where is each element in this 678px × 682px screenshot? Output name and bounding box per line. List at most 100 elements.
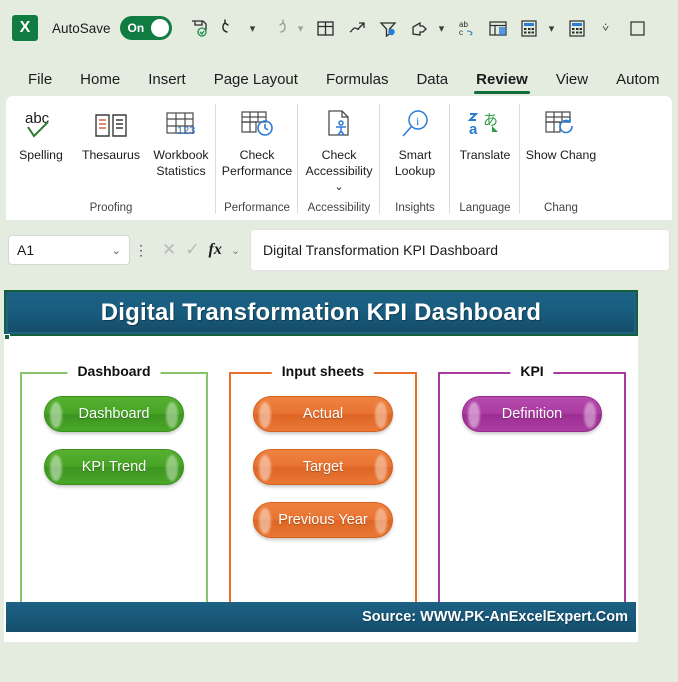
show-changes-icon (542, 104, 580, 146)
ribbon-label-check-performance: Check Performance (221, 148, 293, 178)
formula-input[interactable]: Digital Transformation KPI Dashboard (250, 229, 670, 271)
ribbon-button-check-performance[interactable]: Check Performance (216, 102, 298, 202)
nav-button-label: KPI Trend (81, 459, 147, 475)
tab-automate[interactable]: Autom (602, 71, 673, 96)
ribbon-group-insights: i Smart Lookup Insights (380, 96, 450, 220)
chevron-down-icon[interactable]: ⌄ (112, 244, 121, 257)
ribbon-label-text: Check Accessibility (305, 148, 373, 178)
calculator-dropdown-chevron-icon[interactable]: ▾ (545, 13, 559, 43)
nav-button-kpi-trend[interactable]: KPI Trend (44, 449, 184, 485)
undo-icon[interactable] (215, 13, 245, 43)
autosave-state-label: On (127, 21, 145, 35)
name-box[interactable]: A1 ⌄ (8, 235, 130, 265)
ribbon-label-workbook-statistics: Workbook Statistics (153, 148, 209, 178)
nav-button-target[interactable]: Target (253, 449, 393, 485)
translate-icon: a あ (466, 104, 504, 146)
ribbon-button-workbook-statistics[interactable]: 123 Workbook Statistics (146, 102, 216, 202)
svg-text:あ: あ (483, 112, 498, 129)
ribbon-label-show-changes: Show Chang (525, 148, 597, 162)
share-dropdown-chevron-icon[interactable]: ▾ (435, 13, 449, 43)
panel-dashboard: Dashboard Dashboard KPI Trend (20, 363, 208, 608)
autosave-toggle[interactable]: On (119, 16, 172, 40)
formula-bar: A1 ⌄ ⋮ ✕ ✓ fx ⌄ Digital Transformation K… (0, 220, 678, 280)
customize-toolbar-chevron-icon[interactable]: ⩒ (593, 13, 619, 43)
chevron-down-icon[interactable]: ⌄ (231, 244, 240, 257)
nav-button-label: Dashboard (78, 406, 150, 422)
tab-page-layout[interactable]: Page Layout (200, 71, 312, 96)
svg-text:123: 123 (177, 125, 195, 137)
svg-text:a: a (469, 121, 478, 138)
ribbon-group-label-performance: Performance (224, 202, 290, 214)
name-box-value: A1 (17, 242, 35, 258)
ribbon-group-proofing: abc Spelling Thesaurus 123 Workbook Stat… (6, 96, 216, 220)
ribbon-group-label-language: Language (459, 202, 511, 214)
tab-data[interactable]: Data (402, 71, 462, 96)
svg-text:c: c (459, 28, 463, 37)
tab-file[interactable]: File (14, 71, 66, 96)
ribbon-label-translate: Translate (459, 148, 511, 162)
tab-review[interactable]: Review (462, 71, 542, 96)
nav-button-label: Previous Year (278, 512, 368, 528)
ribbon-label-thesaurus: Thesaurus (81, 148, 141, 162)
more-options-icon[interactable]: ⋮ (130, 242, 152, 259)
ribbon-button-check-accessibility[interactable]: Check Accessibility ⌄ (298, 102, 380, 202)
new-window-icon[interactable] (622, 13, 652, 43)
ribbon-label-spelling: Spelling (19, 148, 63, 162)
redo-dropdown-chevron-icon[interactable]: ▾ (294, 13, 308, 43)
nav-button-label: Target (302, 459, 344, 475)
check-performance-icon (238, 104, 276, 146)
tab-home[interactable]: Home (66, 71, 134, 96)
tab-formulas[interactable]: Formulas (312, 71, 403, 96)
redo-icon[interactable] (263, 13, 293, 43)
thesaurus-book-icon (93, 104, 129, 146)
workbook-statistics-icon: 123 (163, 104, 199, 146)
insert-function-icon[interactable]: fx (209, 241, 222, 259)
ribbon-group-label-changes: Chang (544, 202, 578, 214)
spelling-abc-check-icon: abc (21, 104, 61, 146)
svg-text:i: i (416, 114, 420, 128)
confirm-check-icon[interactable]: ✓ (185, 240, 199, 260)
ribbon-button-thesaurus[interactable]: Thesaurus (76, 102, 146, 202)
calculator-two-icon[interactable] (562, 13, 592, 43)
quick-access-toolbar: X AutoSave On ▾ ▾ ▾ ab c ▾ ⩒ (0, 0, 678, 56)
freeze-panes-icon[interactable] (483, 13, 513, 43)
formula-action-buttons: ✕ ✓ fx ⌄ (152, 240, 250, 260)
dashboard-title-cell[interactable]: Digital Transformation KPI Dashboard (4, 290, 638, 336)
filter-settings-icon[interactable] (373, 13, 403, 43)
ribbon: abc Spelling Thesaurus 123 Workbook Stat… (6, 96, 672, 220)
share-icon[interactable] (404, 13, 434, 43)
worksheet-area[interactable]: Digital Transformation KPI Dashboard Das… (4, 290, 638, 642)
cancel-x-icon[interactable]: ✕ (162, 240, 176, 260)
nav-button-previous-year[interactable]: Previous Year (253, 502, 393, 538)
table-icon[interactable] (311, 13, 341, 43)
cell-fill-handle[interactable] (4, 334, 10, 340)
tab-view[interactable]: View (542, 71, 602, 96)
page-title: Digital Transformation KPI Dashboard (100, 299, 542, 326)
nav-button-actual[interactable]: Actual (253, 396, 393, 432)
formula-input-value: Digital Transformation KPI Dashboard (263, 242, 499, 258)
chevron-down-icon[interactable]: ⌄ (334, 181, 343, 193)
ribbon-group-language: a あ Translate Language (450, 96, 520, 220)
ribbon-tab-bar: File Home Insert Page Layout Formulas Da… (0, 56, 678, 96)
nav-button-label: Actual (302, 406, 344, 422)
tab-insert[interactable]: Insert (134, 71, 200, 96)
nav-button-label: Definition (501, 406, 563, 422)
ribbon-group-accessibility: Check Accessibility ⌄ Accessibility (298, 96, 380, 220)
ribbon-button-spelling[interactable]: abc Spelling (6, 102, 76, 202)
check-accessibility-icon (321, 104, 357, 146)
nav-button-definition[interactable]: Definition (462, 396, 602, 432)
nav-button-dashboard[interactable]: Dashboard (44, 396, 184, 432)
panel-legend-input-sheets: Input sheets (271, 363, 375, 379)
pen-draw-icon[interactable] (342, 13, 372, 43)
ribbon-button-show-changes[interactable]: Show Chang (520, 102, 602, 202)
ribbon-label-check-accessibility: Check Accessibility ⌄ (300, 148, 378, 195)
spelling-abc-icon[interactable]: ab c (452, 13, 482, 43)
ribbon-button-smart-lookup[interactable]: i Smart Lookup (380, 102, 450, 202)
calculator-icon[interactable] (514, 13, 544, 43)
ribbon-button-translate[interactable]: a あ Translate (450, 102, 520, 202)
ribbon-group-label-insights: Insights (395, 202, 435, 214)
excel-logo-icon[interactable]: X (12, 15, 38, 41)
save-sync-icon[interactable] (184, 13, 214, 43)
autosave-label: AutoSave (52, 20, 111, 36)
undo-dropdown-chevron-icon[interactable]: ▾ (246, 13, 260, 43)
